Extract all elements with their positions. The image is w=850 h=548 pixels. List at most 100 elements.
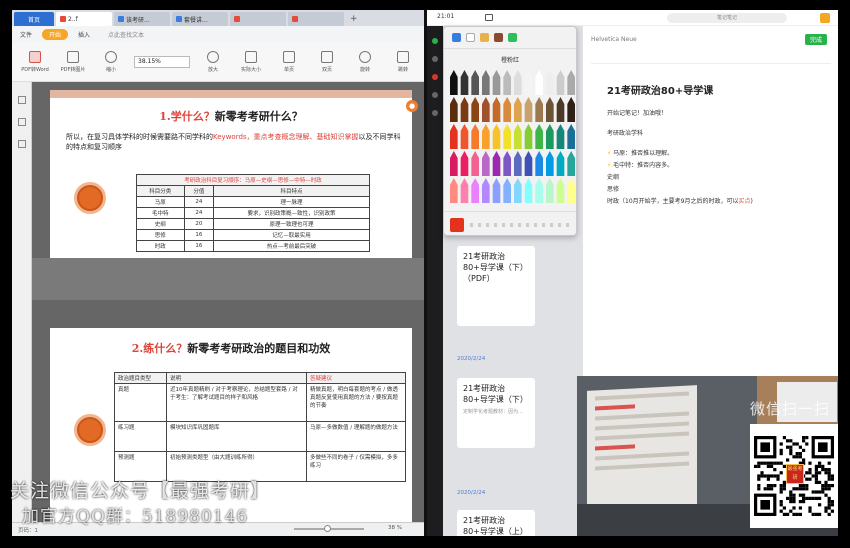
pencil-tip[interactable]	[514, 124, 522, 131]
tab-doc[interactable]: 该考研...	[114, 12, 170, 26]
pencil-body[interactable]	[546, 131, 554, 149]
zoom-out-button[interactable]: 缩小	[92, 45, 130, 79]
pencil-tip[interactable]	[482, 70, 490, 77]
pencil-body[interactable]	[514, 185, 522, 203]
pencil-body[interactable]	[492, 77, 501, 95]
pencil-body[interactable]	[492, 158, 501, 176]
pencil-tip[interactable]	[460, 151, 469, 158]
pencil-body[interactable]	[556, 185, 565, 203]
tab-pdf-active[interactable]: 2..f	[56, 12, 112, 26]
pencil-tip[interactable]	[492, 124, 501, 131]
pencil-tip[interactable]	[567, 124, 575, 131]
pencil-tip[interactable]	[546, 178, 554, 185]
pencil-tip[interactable]	[471, 97, 479, 104]
pencil-tip[interactable]	[450, 97, 458, 104]
pencil-body[interactable]	[535, 77, 543, 95]
thumbnail-icon[interactable]	[17, 96, 26, 104]
pencil-body[interactable]	[546, 185, 554, 203]
single-page-button[interactable]: 单页	[270, 45, 308, 79]
pencil-body[interactable]	[482, 158, 490, 176]
pencil-body[interactable]	[450, 77, 458, 95]
pencil-tip[interactable]	[471, 70, 479, 77]
pencil-body[interactable]	[567, 77, 575, 95]
pencil-tip[interactable]	[567, 178, 575, 185]
pencil-tip[interactable]	[482, 97, 490, 104]
tab-home[interactable]: 首页	[14, 12, 54, 26]
pencil-body[interactable]	[450, 131, 458, 149]
note-line[interactable]: 思修	[607, 184, 619, 193]
tab-doc[interactable]: 套餐讲...	[172, 12, 228, 26]
pencil-body[interactable]	[460, 131, 469, 149]
pencil-body[interactable]	[556, 158, 565, 176]
pencil-body[interactable]	[471, 185, 479, 203]
pencil-body[interactable]	[450, 104, 458, 122]
note-card[interactable]: 21考研政治80+导学课（上）（PDF）	[457, 510, 535, 536]
pdf-to-word-button[interactable]: PDF转Word	[16, 45, 54, 79]
search-icon[interactable]	[432, 92, 438, 98]
editor-font-hint[interactable]: Helvetica Neue	[591, 36, 637, 43]
pencil-tip[interactable]	[567, 97, 575, 104]
bookmark-icon[interactable]	[17, 118, 26, 126]
pencil-tip[interactable]	[535, 97, 543, 104]
pencil-tip[interactable]	[524, 124, 533, 131]
pencil-body[interactable]	[535, 185, 543, 203]
tab-pdf[interactable]	[230, 12, 286, 26]
pencil-tip[interactable]	[471, 151, 479, 158]
pencil-body[interactable]	[492, 104, 501, 122]
pencil-body[interactable]	[450, 185, 458, 203]
rotate-button[interactable]: 旋转	[346, 45, 384, 79]
menu-file[interactable]: 文件	[20, 30, 32, 39]
pencil-tip[interactable]	[535, 178, 543, 185]
swatch-grid-tab-icon[interactable]	[466, 33, 475, 42]
note-card[interactable]: 21考研政治80+导学课（下） 定制学化考题教材：因为...	[457, 378, 535, 448]
pencil-body[interactable]	[482, 131, 490, 149]
new-tab-icon[interactable]: +	[350, 12, 358, 26]
pencil-body[interactable]	[492, 185, 501, 203]
pencil-tip[interactable]	[482, 124, 490, 131]
pencil-tip[interactable]	[450, 70, 458, 77]
palette-tab-icon[interactable]	[494, 33, 503, 42]
note-line[interactable]: 开始记笔记！加油哦！	[607, 108, 667, 117]
pencil-tip[interactable]	[556, 124, 565, 131]
pencil-body[interactable]	[471, 104, 479, 122]
tab-pdf[interactable]	[288, 12, 344, 26]
pencil-tip[interactable]	[514, 151, 522, 158]
pencil-tip[interactable]	[503, 178, 511, 185]
pencil-tip[interactable]	[503, 151, 511, 158]
pencil-body[interactable]	[556, 77, 565, 95]
pencil-tip[interactable]	[524, 151, 533, 158]
assistant-float-icon[interactable]: ●	[406, 100, 418, 112]
pencil-body[interactable]	[524, 185, 533, 203]
pencil-body[interactable]	[567, 158, 575, 176]
pencil-tip[interactable]	[514, 70, 522, 77]
pencil-tip[interactable]	[492, 178, 501, 185]
qr-code[interactable]: 最强考研	[750, 424, 838, 528]
note-card[interactable]: 21考研政治80+导学课（下）（PDF）	[457, 246, 535, 326]
annotation-icon[interactable]	[17, 140, 26, 148]
share-icon[interactable]	[820, 13, 830, 23]
pencil-body[interactable]	[460, 77, 469, 95]
document-canvas[interactable]: 1.学什么？新零考考研什么？ 所以，在复习具体学科的时候需要路不同学科的Keyw…	[32, 82, 424, 522]
settings-icon[interactable]	[432, 110, 438, 116]
pencil-tip[interactable]	[450, 124, 458, 131]
record-icon[interactable]	[432, 74, 438, 80]
pencil-body[interactable]	[546, 104, 554, 122]
pencil-tip[interactable]	[450, 151, 458, 158]
pencil-body[interactable]	[567, 104, 575, 122]
pencil-tip[interactable]	[556, 97, 565, 104]
pencil-tip[interactable]	[460, 178, 469, 185]
menu-insert[interactable]: 插入	[78, 30, 90, 39]
pencil-body[interactable]	[503, 185, 511, 203]
pencil-body[interactable]	[535, 158, 543, 176]
pencil-tip[interactable]	[471, 124, 479, 131]
zoom-slider-handle[interactable]	[324, 525, 331, 532]
pencil-body[interactable]	[503, 104, 511, 122]
pencil-body[interactable]	[503, 77, 511, 95]
current-color-swatch[interactable]	[450, 218, 464, 232]
pencil-body[interactable]	[460, 158, 469, 176]
pencil-tip[interactable]	[535, 151, 543, 158]
pencil-tip[interactable]	[567, 70, 575, 77]
add-icon[interactable]	[432, 38, 438, 44]
saved-color-slots[interactable]	[470, 223, 570, 227]
pencil-body[interactable]	[514, 104, 522, 122]
